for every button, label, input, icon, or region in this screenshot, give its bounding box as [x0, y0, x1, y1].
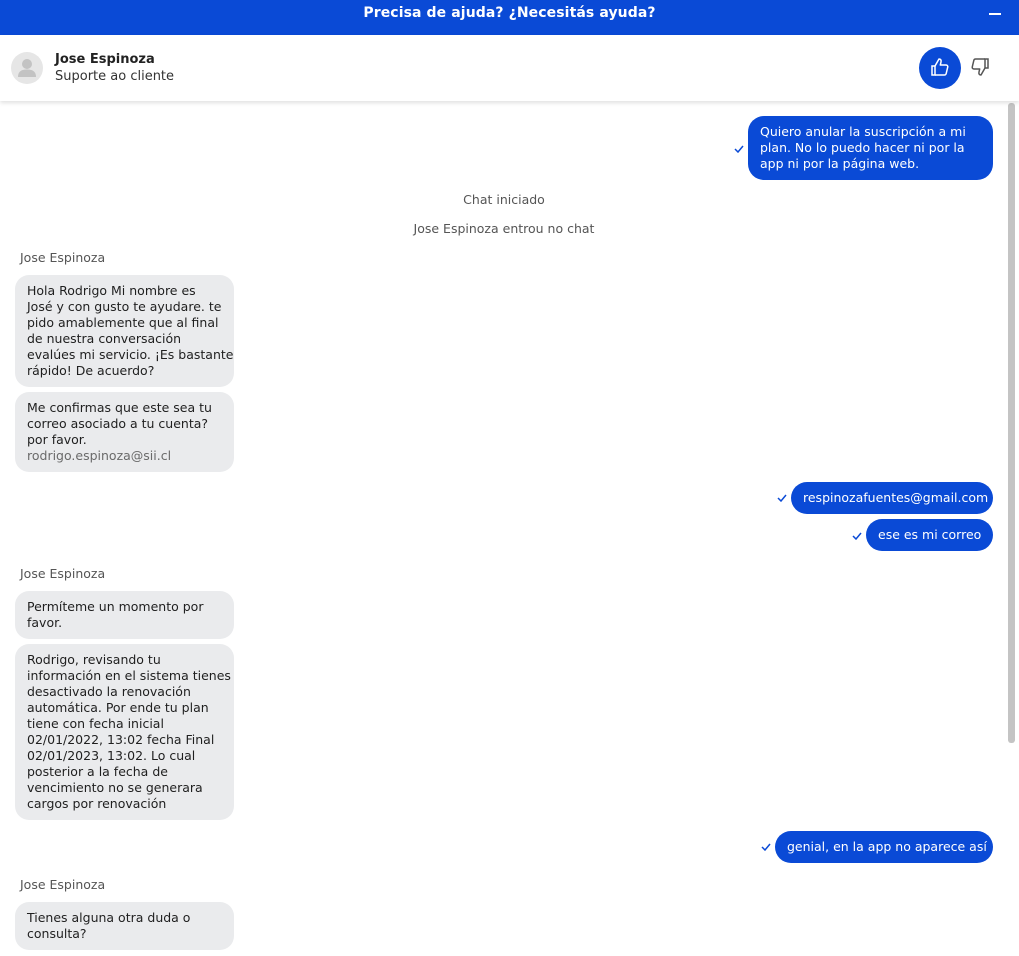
- check-icon: [852, 532, 862, 540]
- like-button[interactable]: [919, 47, 961, 89]
- message-incoming: Hola Rodrigo Mi nombre es José y con gus…: [15, 275, 234, 387]
- thumbs-up-icon: [931, 58, 949, 76]
- dislike-button[interactable]: [968, 55, 994, 81]
- agent-name: Jose Espinoza: [55, 52, 155, 67]
- chat-header-bar: Precisa de ajuda? ¿Necesitás ayuda?: [0, 0, 1019, 35]
- message-outgoing: genial, en la app no aparece así: [775, 831, 993, 863]
- sender-label: Jose Espinoza: [20, 566, 106, 581]
- email-text: rodrigo.espinoza@sii.cl: [27, 448, 172, 463]
- sender-label: Jose Espinoza: [20, 250, 106, 265]
- message-outgoing: respinozafuentes@gmail.com: [791, 482, 993, 514]
- scrollbar[interactable]: [1008, 103, 1015, 743]
- check-icon: [761, 843, 771, 851]
- sender-label: Jose Espinoza: [20, 877, 106, 892]
- check-icon: [777, 494, 787, 502]
- message-incoming: Permíteme un momento por favor.: [15, 591, 234, 639]
- thumbs-down-icon: [971, 58, 989, 76]
- agent-role: Suporte ao cliente: [55, 69, 175, 84]
- avatar: [11, 52, 43, 84]
- message-outgoing: Quiero anular la suscripción a mi plan. …: [748, 116, 993, 180]
- message-incoming: Rodrigo, revisando tu información en el …: [15, 644, 234, 820]
- user-icon: [18, 59, 36, 77]
- check-icon: [734, 145, 744, 153]
- chat-title: Precisa de ajuda? ¿Necesitás ayuda?: [363, 5, 656, 21]
- message-incoming: Tienes alguna otra duda o consulta?: [15, 902, 234, 950]
- agent-bar: Jose Espinoza Suporte ao cliente: [0, 35, 1019, 101]
- system-message: Chat iniciado: [463, 192, 545, 207]
- message-incoming: Me confirmas que este sea tu correo asoc…: [15, 392, 234, 472]
- minimize-icon[interactable]: [989, 13, 1001, 15]
- system-message: Jose Espinoza entrou no chat: [413, 221, 595, 236]
- message-outgoing: ese es mi correo: [866, 519, 993, 551]
